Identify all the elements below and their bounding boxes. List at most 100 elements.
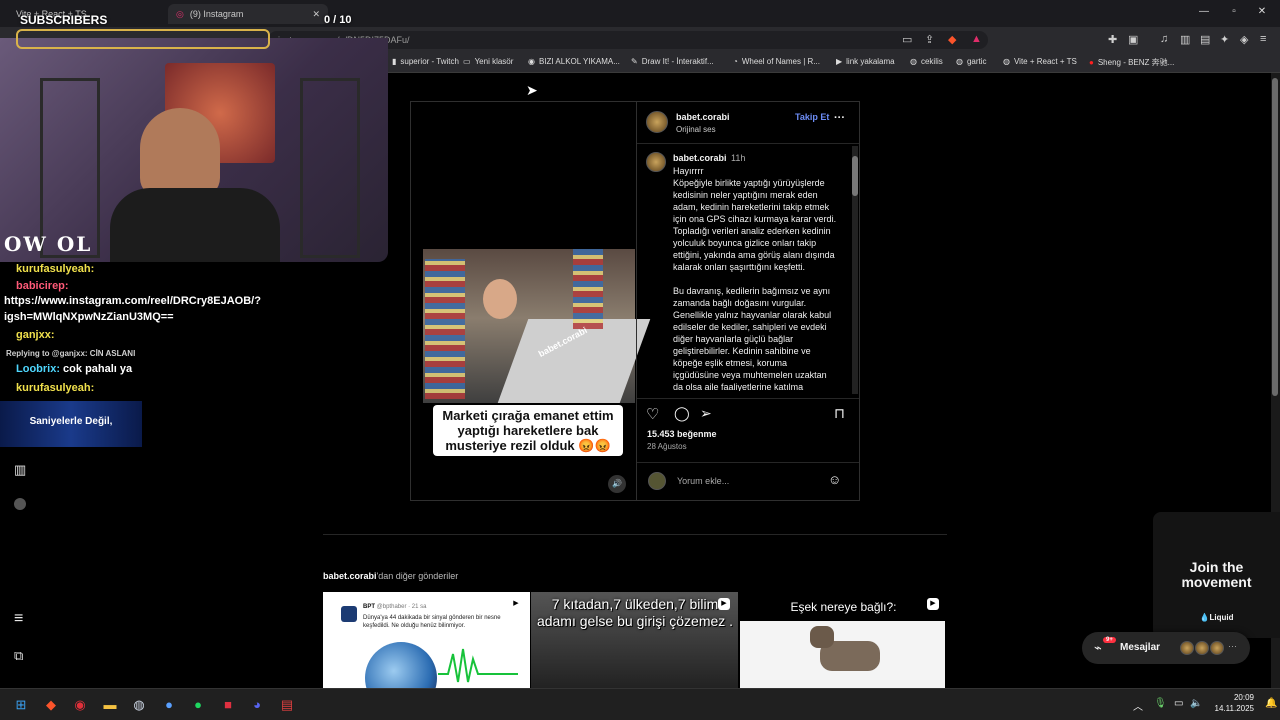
wheel-icon: ◔ <box>733 57 738 66</box>
reel-icon: ▶ <box>927 598 939 610</box>
caption-avatar[interactable] <box>646 152 666 172</box>
wallet-icon[interactable]: ▤ <box>1200 33 1210 46</box>
notification-icon[interactable]: 🔔 <box>1265 698 1277 709</box>
network-icon[interactable]: ▭ <box>1174 698 1183 709</box>
clock[interactable]: 20:09 14.11.2025 <box>1208 692 1254 714</box>
streamer-body <box>110 188 280 262</box>
messenger-icon: ⌁ <box>1094 640 1102 655</box>
mute-icon[interactable]: 🔊 <box>608 475 626 493</box>
chat-username[interactable]: Loobrix: <box>16 363 60 375</box>
sidebar-icon[interactable]: ▥ <box>1180 33 1190 46</box>
more-post-2-title: 7 kıtadan,7 ülkeden,7 bilim adamı gelse … <box>536 596 734 629</box>
close-window-button[interactable]: ✕ <box>1254 6 1270 17</box>
bookmark-label: superior - Twitch <box>400 57 459 66</box>
chat-message: babicirep: <box>4 279 69 294</box>
maximize-button[interactable]: ▫ <box>1226 6 1242 17</box>
page-scrollbar-thumb[interactable] <box>1272 78 1278 396</box>
bookmark-item[interactable]: ▭ Yeni klasör <box>463 57 513 66</box>
bookmark-item[interactable]: ◍ Vite + React + TS <box>1003 57 1077 66</box>
profile-avatar[interactable] <box>14 498 26 510</box>
clock-time: 20:09 <box>1233 693 1254 702</box>
like-icon[interactable]: ♡ <box>646 405 659 423</box>
neon-sign: OW OL <box>4 232 93 256</box>
likes-count[interactable]: 15.453 beğenme <box>647 429 717 439</box>
also-from-meta-icon[interactable]: ⧉ <box>14 648 23 664</box>
comment-input[interactable]: Yorum ekle... <box>677 476 729 486</box>
audio-label[interactable]: Orijinal ses <box>676 125 716 134</box>
bookmark-item[interactable]: ◍ cekilis <box>910 57 943 66</box>
steam-icon[interactable]: ◍ <box>130 697 148 713</box>
bookmark-label: Yeni klasör <box>474 57 514 66</box>
emoji-icon[interactable]: ☺ <box>828 472 841 487</box>
caption-line: adam, kedinin hareketlerini takip etmek <box>673 202 830 212</box>
volume-icon[interactable]: 🔈 <box>1190 698 1202 709</box>
share-icon[interactable]: ⇪ <box>925 33 934 46</box>
caption-username[interactable]: babet.corabi <box>673 153 727 163</box>
section-divider <box>323 534 947 535</box>
post-date: 28 Ağustos <box>647 442 687 451</box>
tray-chevron-icon[interactable]: ︿ <box>1133 698 1143 713</box>
promo-brand: 💧Liquid <box>1199 613 1234 622</box>
bookmark-item[interactable]: ◍ gartic <box>956 57 987 66</box>
bookmark-item[interactable]: ▶ link yakalama <box>836 57 895 66</box>
insights-icon[interactable]: ▥ <box>14 462 26 478</box>
media-icon[interactable]: ♫ <box>1160 33 1168 45</box>
bookmark-item[interactable]: ◉ BIZI ALKOL YIKAMA... <box>528 57 620 66</box>
discord-icon[interactable]: ◕ <box>248 697 266 712</box>
chat-username[interactable]: kurufasulyeah: <box>16 263 94 275</box>
vpn-icon[interactable]: ◈ <box>1240 33 1248 46</box>
chat-username[interactable]: babicirep: <box>16 280 69 292</box>
close-tab-icon[interactable]: ✕ <box>312 9 320 20</box>
app-icon[interactable]: ■ <box>219 697 237 712</box>
menu-icon[interactable]: ≡ <box>1260 33 1266 45</box>
bookmark-item[interactable]: ▮ superior - Twitch <box>392 57 459 66</box>
chat-username[interactable]: kurufasulyeah: <box>16 382 94 394</box>
streamer-head <box>140 108 220 198</box>
more-post-1[interactable]: BPT @bpthaber · 21 sa Dünya'ya 44 dakika… <box>323 592 530 688</box>
more-menu-icon[interactable]: ≡ <box>14 610 23 628</box>
tab-instagram[interactable]: ◎ (9) Instagram ✕ <box>168 4 328 24</box>
chat-username[interactable]: ganjxx: <box>16 329 55 341</box>
spotify-icon[interactable]: ● <box>189 697 207 712</box>
more-post-1-title: BPT <box>363 604 375 610</box>
store-shelf <box>425 259 465 399</box>
maps-icon[interactable]: ◉ <box>71 697 89 713</box>
bookmark-item[interactable]: ✎ Draw It! - İnteraktif... <box>631 57 714 66</box>
share-post-icon[interactable]: ➢ <box>700 405 712 422</box>
leo-icon[interactable]: ✦ <box>1220 33 1229 46</box>
bookmark-item[interactable]: ● Sheng - BENZ 奔驰... <box>1089 57 1174 68</box>
brave-rewards-icon[interactable]: ▲ <box>971 33 982 45</box>
more-options-icon[interactable]: ··· <box>834 112 845 124</box>
author-avatar[interactable] <box>646 111 668 133</box>
chat-message: kurufasulyeah: <box>4 262 94 277</box>
caption-body: Hayırrrr Köpeğiyle birlikte yaptığı yürüy… <box>673 165 849 391</box>
author-username[interactable]: babet.corabi <box>676 112 730 122</box>
save-icon[interactable]: ⊓ <box>834 405 845 422</box>
file-explorer-icon[interactable]: ▬ <box>101 697 119 712</box>
brave-icon[interactable]: ◆ <box>42 697 60 713</box>
follow-button[interactable]: Takip Et <box>795 112 829 122</box>
play-icon: ▶ <box>836 57 843 66</box>
caption-line: Topladığı verileri analiz ederken kedini… <box>673 226 831 236</box>
app-icon[interactable]: ▤ <box>278 697 296 713</box>
caption-line: zamanda bağlı doğasını vurgular. <box>673 298 807 308</box>
signal-wave <box>438 648 518 683</box>
comments-scrollbar-thumb[interactable] <box>852 156 858 196</box>
bookmark-item[interactable]: ◔ Wheel of Names | R... <box>733 57 820 66</box>
microphone-icon[interactable]: 🎙 <box>1154 698 1167 709</box>
app-icon[interactable]: ● <box>160 697 178 712</box>
chat-text: https://www.instagram.com/reel/DRCry8EJA… <box>4 295 261 307</box>
messages-button[interactable]: ⌁ 9+ Mesajlar ··· <box>1082 632 1250 664</box>
more-post-2[interactable]: 7 kıtadan,7 ülkeden,7 bilim adamı gelse … <box>531 592 738 688</box>
comment-icon[interactable]: ◯ <box>674 405 690 422</box>
more-post-3[interactable]: Eşek nereye bağlı?: ▶ <box>740 592 947 688</box>
post-video[interactable] <box>423 249 651 403</box>
minimize-button[interactable]: — <box>1196 6 1212 17</box>
windows-start-icon[interactable]: ⊞ <box>12 697 30 713</box>
screenshot-icon[interactable]: ▣ <box>1128 33 1138 46</box>
extensions-icon[interactable]: ✚ <box>1108 33 1117 46</box>
more-posts-user[interactable]: babet.corabi <box>323 571 377 581</box>
brave-shield-icon[interactable]: ◆ <box>948 33 956 46</box>
cast-icon[interactable]: ▭ <box>902 33 912 46</box>
bookmark-label: cekilis <box>920 57 943 66</box>
